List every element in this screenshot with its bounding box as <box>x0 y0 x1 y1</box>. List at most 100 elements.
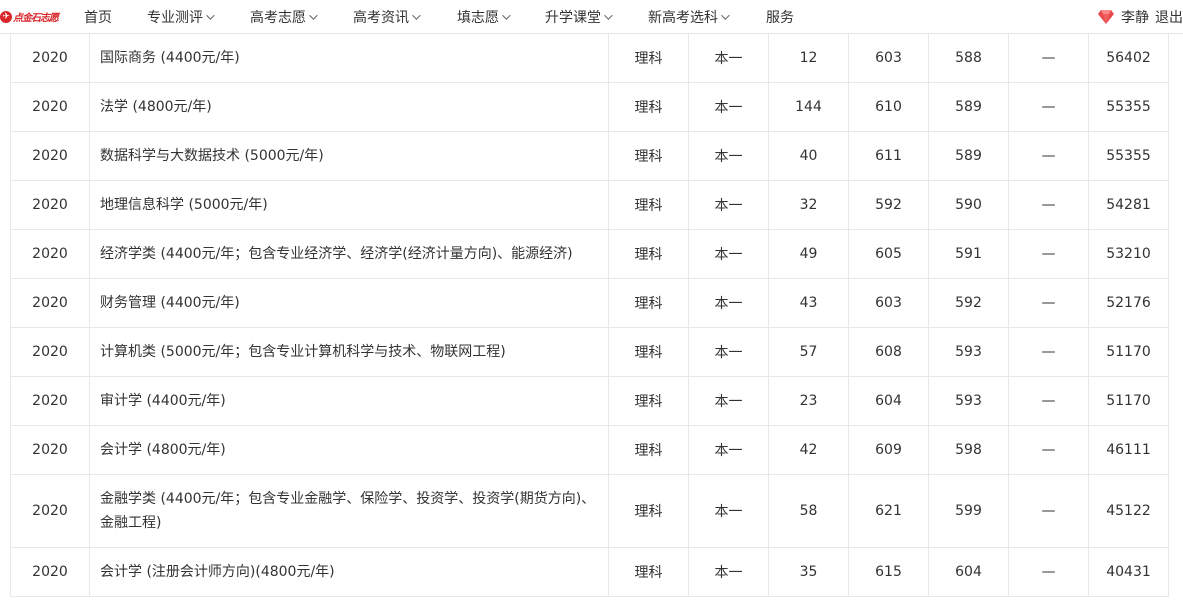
cell-max: 615 <box>848 546 929 597</box>
table-row: 2020 法学 (4800元/年) 理科 本一 144 610 589—55355 <box>10 81 1169 132</box>
cell-plan: 32 <box>768 179 849 230</box>
nav-item-label: 新高考选科 <box>648 9 718 26</box>
logo-mark-icon: ✈ <box>0 10 12 23</box>
cell-plan: 12 <box>768 34 849 83</box>
cell-major: 法学 (4800元/年) <box>89 81 609 132</box>
cell-max: 610 <box>848 81 929 132</box>
nav-item-4[interactable]: 填志愿 <box>457 0 511 34</box>
cell-year: 2020 <box>10 277 90 328</box>
nav-item-label: 升学课堂 <box>545 9 601 26</box>
cell-batch: 本一 <box>688 375 769 426</box>
cell-min: 591 <box>928 228 1009 279</box>
cell-major: 国际商务 (4400元/年) <box>89 34 609 83</box>
cell-batch: 本一 <box>688 424 769 475</box>
cell-avg: — <box>1008 424 1089 475</box>
cell-avg: — <box>1008 277 1089 328</box>
cell-rank: 46111 <box>1088 424 1169 475</box>
cell-major: 数据科学与大数据技术 (5000元/年) <box>89 130 609 181</box>
cell-max: 603 <box>848 277 929 328</box>
cell-rank: 56402 <box>1088 34 1169 83</box>
cell-batch: 本一 <box>688 179 769 230</box>
nav-item-1[interactable]: 专业测评 <box>147 0 215 34</box>
cell-major: 会计学 (4800元/年) <box>89 424 609 475</box>
cell-subject: 理科 <box>608 179 689 230</box>
cell-batch: 本一 <box>688 228 769 279</box>
cell-plan: 57 <box>768 326 849 377</box>
nav-item-label: 首页 <box>84 9 112 26</box>
cell-plan: 42 <box>768 424 849 475</box>
cell-plan: 58 <box>768 473 849 548</box>
cell-avg: — <box>1008 473 1089 548</box>
table-row: 2020 地理信息科学 (5000元/年) 理科 本一 32 592 590—54281 <box>10 179 1169 230</box>
chevron-down-icon <box>412 10 421 20</box>
cell-max: 605 <box>848 228 929 279</box>
cell-subject: 理科 <box>608 34 689 83</box>
cell-year: 2020 <box>10 81 90 132</box>
cell-rank: 55355 <box>1088 81 1169 132</box>
cell-year: 2020 <box>10 228 90 279</box>
table-row: 2020 经济学类 (4400元/年；包含专业经济学、经济学(经济计量方向)、能源… <box>10 228 1169 279</box>
cell-subject: 理科 <box>608 546 689 597</box>
logout-link[interactable]: 退出 <box>1155 7 1183 27</box>
cell-plan: 144 <box>768 81 849 132</box>
chevron-down-icon <box>206 10 215 20</box>
nav-item-0[interactable]: 首页 <box>84 0 112 34</box>
cell-rank: 51170 <box>1088 326 1169 377</box>
table-row: 2020 数据科学与大数据技术 (5000元/年) 理科 本一 40 611 589—553… <box>10 130 1169 181</box>
cell-subject: 理科 <box>608 375 689 426</box>
cell-max: 608 <box>848 326 929 377</box>
nav-item-5[interactable]: 升学课堂 <box>545 0 613 34</box>
cell-year: 2020 <box>10 424 90 475</box>
nav-item-label: 高考资讯 <box>353 9 409 26</box>
site-logo[interactable]: ✈ 点金石志愿 <box>0 0 66 34</box>
cell-subject: 理科 <box>608 130 689 181</box>
cell-major: 金融学类 (4400元/年；包含专业金融学、保险学、投资学、投资学(期货方向)、… <box>89 473 609 548</box>
table-row: 2020 财务管理 (4400元/年) 理科 本一 43 603 592—52176 <box>10 277 1169 328</box>
cell-max: 609 <box>848 424 929 475</box>
cell-subject: 理科 <box>608 277 689 328</box>
cell-plan: 43 <box>768 277 849 328</box>
cell-min: 589 <box>928 81 1009 132</box>
table-row: 2020 计算机类 (5000元/年；包含专业计算机科学与技术、物联网工程) 理科本… <box>10 326 1169 377</box>
table-row: 2020 审计学 (4400元/年) 理科 本一 23 604 593—51170 <box>10 375 1169 426</box>
table-row: 2020 会计学 (4800元/年) 理科 本一 42 609 598—46111 <box>10 424 1169 475</box>
nav-item-7[interactable]: 服务 <box>766 0 794 34</box>
cell-rank: 45122 <box>1088 473 1169 548</box>
cell-min: 593 <box>928 326 1009 377</box>
logo-text: 点金石志愿 <box>13 13 59 24</box>
cell-avg: — <box>1008 34 1089 83</box>
cell-year: 2020 <box>10 375 90 426</box>
cell-major: 地理信息科学 (5000元/年) <box>89 179 609 230</box>
nav-item-6[interactable]: 新高考选科 <box>648 0 730 34</box>
cell-max: 592 <box>848 179 929 230</box>
cell-rank: 53210 <box>1088 228 1169 279</box>
top-navigation-bar: ✈ 点金石志愿 首页 专业测评 高考志愿 高考资讯 填志愿 升学课堂 新高考选科 服务 李静 … <box>0 0 1183 34</box>
cell-max: 611 <box>848 130 929 181</box>
nav-item-label: 高考志愿 <box>250 9 306 26</box>
cell-plan: 49 <box>768 228 849 279</box>
cell-batch: 本一 <box>688 34 769 83</box>
cell-year: 2020 <box>10 179 90 230</box>
cell-min: 592 <box>928 277 1009 328</box>
cell-min: 588 <box>928 34 1009 83</box>
cell-batch: 本一 <box>688 326 769 377</box>
nav-item-2[interactable]: 高考志愿 <box>250 0 318 34</box>
table-row: 2020 会计学 (注册会计师方向)(4800元/年) 理科 本一 35 615 604—4… <box>10 546 1169 597</box>
cell-rank: 55355 <box>1088 130 1169 181</box>
cell-avg: — <box>1008 228 1089 279</box>
cell-batch: 本一 <box>688 81 769 132</box>
diamond-icon <box>1098 10 1114 24</box>
cell-year: 2020 <box>10 34 90 83</box>
user-name[interactable]: 李静 <box>1121 7 1149 27</box>
table-row: 2020 金融学类 (4400元/年；包含专业金融学、保险学、投资学、投资学(期货… <box>10 473 1169 548</box>
cell-major: 审计学 (4400元/年) <box>89 375 609 426</box>
cell-batch: 本一 <box>688 473 769 548</box>
cell-max: 621 <box>848 473 929 548</box>
cell-major: 会计学 (注册会计师方向)(4800元/年) <box>89 546 609 597</box>
nav-item-3[interactable]: 高考资讯 <box>353 0 421 34</box>
cell-avg: — <box>1008 130 1089 181</box>
chevron-down-icon <box>309 10 318 20</box>
cell-min: 590 <box>928 179 1009 230</box>
cell-batch: 本一 <box>688 130 769 181</box>
cell-min: 593 <box>928 375 1009 426</box>
